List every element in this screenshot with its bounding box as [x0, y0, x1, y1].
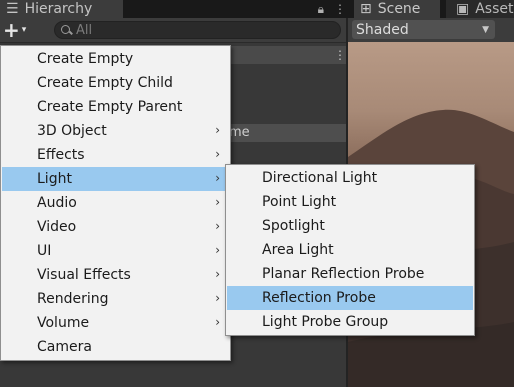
menu-item-ui[interactable]: UI ›: [2, 239, 229, 263]
menu-item-label: Create Empty Child: [37, 75, 173, 91]
chevron-right-icon: ›: [215, 147, 220, 161]
tab-asset-store-label: Asset: [475, 1, 514, 17]
chevron-right-icon: ›: [215, 219, 220, 233]
tab-scene[interactable]: ⊞ Scene: [354, 0, 440, 18]
submenu-item-label: Point Light: [262, 194, 337, 210]
create-dropdown-button[interactable]: + ▾: [3, 18, 35, 42]
menu-item-camera[interactable]: Camera: [2, 335, 229, 359]
menu-item-label: Create Empty Parent: [37, 99, 183, 115]
lock-icon[interactable]: 🔒︎: [318, 2, 324, 17]
submenu-item-label: Spotlight: [262, 218, 325, 234]
tab-hierarchy-label: Hierarchy: [24, 1, 93, 17]
kebab-menu-icon[interactable]: ⋮: [334, 2, 346, 16]
menu-item-label: Effects: [37, 147, 85, 163]
submenu-item-label: Planar Reflection Probe: [262, 266, 425, 282]
menu-item-label: 3D Object: [37, 123, 107, 139]
menu-item-visual-effects[interactable]: Visual Effects ›: [2, 263, 229, 287]
submenu-item-planar-reflection-probe[interactable]: Planar Reflection Probe: [227, 262, 473, 286]
submenu-item-spotlight[interactable]: Spotlight: [227, 214, 473, 238]
menu-item-create-empty[interactable]: Create Empty: [2, 47, 229, 71]
menu-item-3d-object[interactable]: 3D Object ›: [2, 119, 229, 143]
caret-down-icon: ▼: [482, 24, 489, 35]
submenu-item-label: Light Probe Group: [262, 314, 389, 330]
submenu-item-point-light[interactable]: Point Light: [227, 190, 473, 214]
row-kebab-icon[interactable]: ⋮: [334, 47, 346, 63]
menu-item-label: Light: [37, 171, 72, 187]
submenu-item-light-probe-group[interactable]: Light Probe Group: [227, 310, 473, 334]
tab-asset-store[interactable]: ▣ Asset: [446, 0, 514, 18]
chevron-right-icon: ›: [215, 315, 220, 329]
menu-item-audio[interactable]: Audio ›: [2, 191, 229, 215]
tab-hierarchy[interactable]: ☰ Hierarchy: [0, 0, 123, 18]
hierarchy-row-label: me: [229, 125, 250, 140]
menu-item-rendering[interactable]: Rendering ›: [2, 287, 229, 311]
hierarchy-row-partial[interactable]: me: [229, 124, 346, 142]
light-submenu: Directional Light Point Light Spotlight …: [225, 164, 475, 336]
tab-scene-label: Scene: [377, 1, 421, 17]
menu-item-effects[interactable]: Effects ›: [2, 143, 229, 167]
grid-icon: ⊞: [360, 1, 372, 17]
submenu-item-label: Area Light: [262, 242, 334, 258]
menu-item-label: Camera: [37, 339, 92, 355]
shading-mode-dropdown[interactable]: Shaded ▼: [352, 20, 495, 39]
menu-item-create-empty-parent[interactable]: Create Empty Parent: [2, 95, 229, 119]
menu-item-light[interactable]: Light ›: [2, 167, 229, 191]
plus-icon: +: [3, 18, 20, 42]
hierarchy-window-controls: 🔒︎ ⋮: [300, 0, 346, 18]
search-icon: [61, 24, 72, 36]
chevron-right-icon: ›: [215, 291, 220, 305]
store-icon: ▣: [456, 1, 470, 17]
list-icon: ☰: [6, 1, 19, 17]
submenu-item-label: Reflection Probe: [262, 290, 376, 306]
hierarchy-search[interactable]: [54, 21, 341, 39]
submenu-item-reflection-probe[interactable]: Reflection Probe: [227, 286, 473, 310]
chevron-right-icon: ›: [215, 171, 220, 185]
menu-item-label: Visual Effects: [37, 267, 131, 283]
menu-item-label: Volume: [37, 315, 90, 331]
search-input[interactable]: [76, 22, 316, 38]
submenu-item-directional-light[interactable]: Directional Light: [227, 166, 473, 190]
create-menu: Create Empty Create Empty Child Create E…: [0, 45, 231, 361]
menu-item-label: UI: [37, 243, 52, 259]
menu-item-create-empty-child[interactable]: Create Empty Child: [2, 71, 229, 95]
submenu-item-label: Directional Light: [262, 170, 378, 186]
menu-item-label: Rendering: [37, 291, 109, 307]
submenu-item-area-light[interactable]: Area Light: [227, 238, 473, 262]
chevron-right-icon: ›: [215, 267, 220, 281]
shading-mode-label: Shaded: [356, 21, 409, 38]
menu-item-label: Video: [37, 219, 77, 235]
chevron-right-icon: ›: [215, 123, 220, 137]
menu-item-label: Audio: [37, 195, 77, 211]
menu-item-volume[interactable]: Volume ›: [2, 311, 229, 335]
chevron-right-icon: ›: [215, 243, 220, 257]
menu-item-video[interactable]: Video ›: [2, 215, 229, 239]
chevron-right-icon: ›: [215, 195, 220, 209]
menu-item-label: Create Empty: [37, 51, 134, 67]
caret-down-icon: ▾: [21, 25, 27, 35]
